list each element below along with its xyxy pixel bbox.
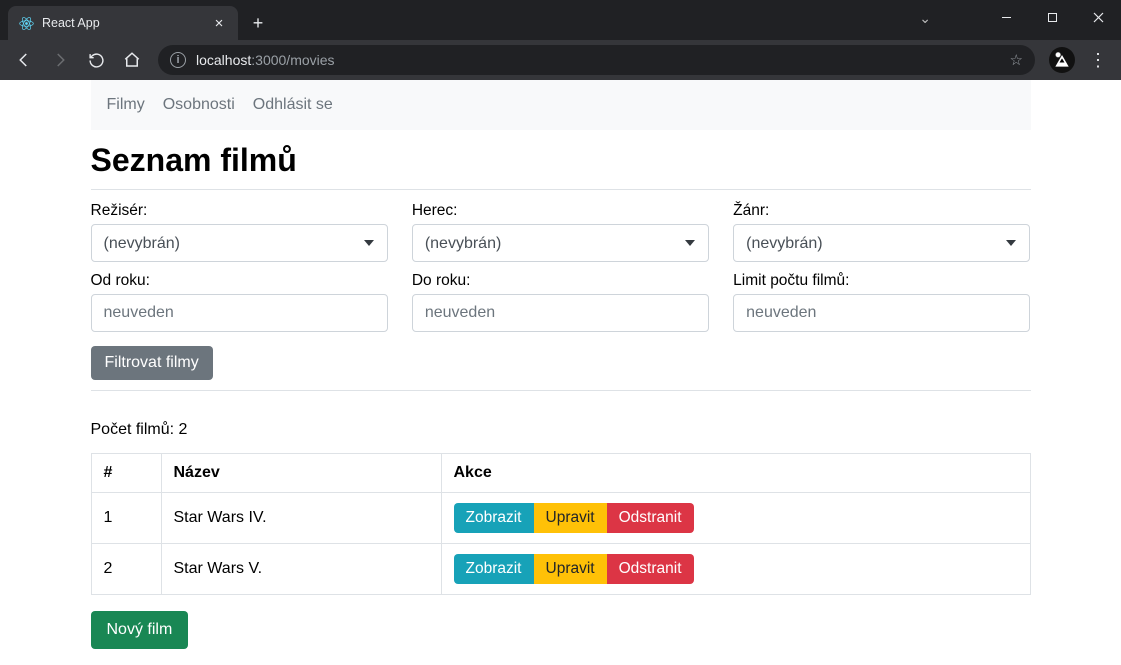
to-year-input[interactable] [412,294,709,332]
director-label: Režisér: [91,202,388,220]
edit-button[interactable]: Upravit [534,503,607,533]
delete-button[interactable]: Odstranit [607,503,694,533]
window-minimize-button[interactable] [983,0,1029,34]
tabs-dropdown-icon[interactable]: ⌄ [919,10,931,27]
nav-reload-button[interactable] [80,44,112,76]
url-path: :3000/movies [251,52,334,68]
col-header-name: Název [161,454,441,493]
delete-button[interactable]: Odstranit [607,554,694,584]
cell-actions: ZobrazitUpravitOdstranit [441,493,1030,544]
results-count: Počet filmů: 2 [91,421,1031,439]
movies-table: # Název Akce 1Star Wars IV.ZobrazitUprav… [91,453,1031,595]
nav-back-button[interactable] [8,44,40,76]
site-info-icon[interactable]: i [170,52,186,68]
page-title: Seznam filmů [91,142,1031,179]
genre-select[interactable]: (nevybrán) [733,224,1030,262]
browser-tab[interactable]: React App × [8,6,238,40]
cell-name: Star Wars V. [161,544,441,595]
filter-row-inputs: Od roku: Do roku: Limit počtu filmů: [91,272,1031,332]
cell-index: 1 [91,493,161,544]
nav-forward-button[interactable] [44,44,76,76]
react-favicon-icon [18,15,34,31]
actor-select[interactable]: (nevybrán) [412,224,709,262]
limit-input[interactable] [733,294,1030,332]
window-close-button[interactable] [1075,0,1121,34]
bookmark-star-icon[interactable]: ☆ [1010,51,1023,69]
divider [91,390,1031,391]
nav-link-movies[interactable]: Filmy [107,96,145,114]
cell-name: Star Wars IV. [161,493,441,544]
genre-label: Žánr: [733,202,1030,220]
window-maximize-button[interactable] [1029,0,1075,34]
from-year-input[interactable] [91,294,388,332]
actor-label: Herec: [412,202,709,220]
limit-label: Limit počtu filmů: [733,272,1030,290]
table-row: 1Star Wars IV.ZobrazitUpravitOdstranit [91,493,1030,544]
browser-window: React App × + ⌄ i localhost:3000/movies … [0,0,1121,665]
to-year-label: Do roku: [412,272,709,290]
show-button[interactable]: Zobrazit [454,503,534,533]
col-header-actions: Akce [441,454,1030,493]
window-controls [983,0,1121,34]
filter-button[interactable]: Filtrovat filmy [91,346,213,380]
new-movie-button[interactable]: Nový film [91,611,189,649]
browser-toolbar: i localhost:3000/movies ☆ ⋮ [0,40,1121,80]
table-row: 2Star Wars V.ZobrazitUpravitOdstranit [91,544,1030,595]
tab-close-icon[interactable]: × [210,15,228,32]
col-header-index: # [91,454,161,493]
nav-link-logout[interactable]: Odhlásit se [253,96,333,114]
browser-menu-icon[interactable]: ⋮ [1083,50,1113,71]
edit-button[interactable]: Upravit [534,554,607,584]
page-viewport: Filmy Osobnosti Odhlásit se Seznam filmů… [0,80,1121,665]
cell-index: 2 [91,544,161,595]
show-button[interactable]: Zobrazit [454,554,534,584]
url-bar[interactable]: i localhost:3000/movies ☆ [158,45,1035,75]
app-navbar: Filmy Osobnosti Odhlásit se [91,80,1031,130]
nav-home-button[interactable] [116,44,148,76]
director-select[interactable]: (nevybrán) [91,224,388,262]
filter-row-selects: Režisér: (nevybrán) Herec: (nevybrán) Žá… [91,202,1031,262]
cell-actions: ZobrazitUpravitOdstranit [441,544,1030,595]
nav-link-people[interactable]: Osobnosti [163,96,235,114]
url-host: localhost [196,52,251,68]
from-year-label: Od roku: [91,272,388,290]
divider [91,189,1031,190]
tab-title: React App [42,16,210,30]
browser-titlebar: React App × + ⌄ [0,0,1121,40]
profile-avatar[interactable] [1049,47,1075,73]
new-tab-button[interactable]: + [244,9,272,37]
